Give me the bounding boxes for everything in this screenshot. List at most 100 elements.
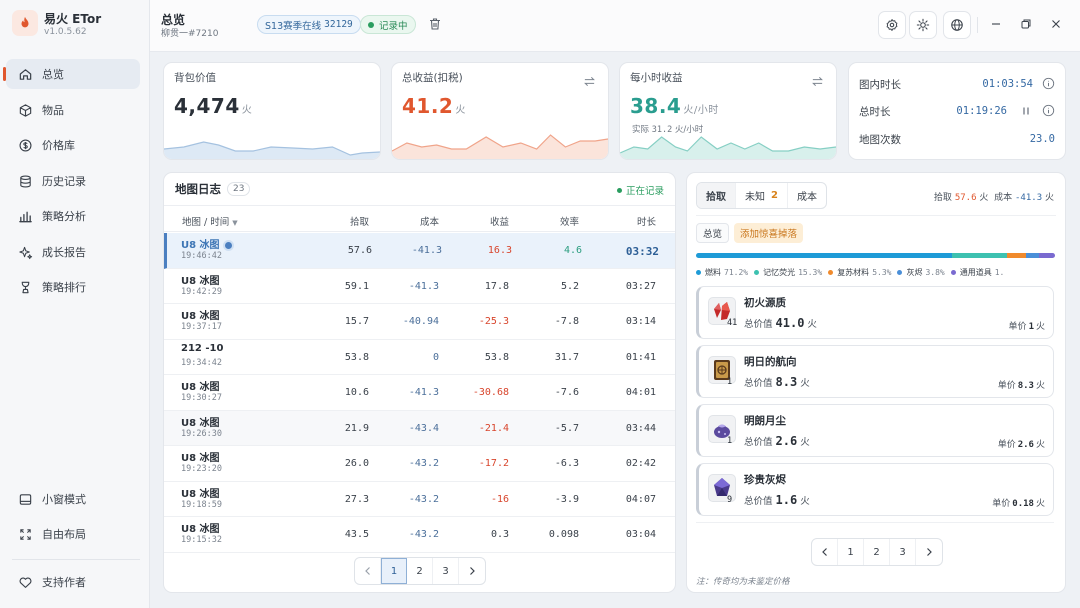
cell-duration: 04:07 [625, 493, 656, 505]
chevron-right-icon [470, 567, 475, 575]
nav-item-strategy-analysis[interactable]: 策略分析 [6, 201, 140, 231]
nav-item-growth-report[interactable]: 成长报告 [6, 237, 140, 267]
swap-icon[interactable] [583, 75, 596, 88]
sidebar-divider [12, 559, 140, 560]
drop-item-card[interactable]: 1 明朗月尘 总价值 2.6 火 单价 2.6 火 [696, 404, 1054, 457]
table-row[interactable]: U8 冰图 19:15:32 43.5 -43.2 0.3 0.098 03:04 [164, 517, 675, 553]
column-pickup[interactable]: 拾取 [350, 214, 369, 228]
language-button[interactable] [943, 11, 971, 39]
table-row[interactable]: 212 -10 19:34:42 53.8 0 53.8 31.7 01:41 [164, 340, 675, 375]
column-cost[interactable]: 成本 [420, 214, 439, 228]
column-map-time[interactable]: 地图 / 时间 ▼ [182, 214, 238, 228]
page-button-1[interactable]: 1 [381, 558, 407, 584]
nav-item-mini-window[interactable]: 小窗模式 [6, 484, 140, 514]
item-unit-price: 单价 0.18 火 [992, 499, 1045, 509]
recording-dot-icon [368, 21, 374, 28]
column-efficiency[interactable]: 效率 [560, 214, 579, 228]
drop-item-card[interactable]: 1 明日的航向 总价值 8.3 火 单价 8.3 火 [696, 345, 1054, 398]
page-button-2[interactable]: 2 [407, 558, 433, 584]
trash-icon[interactable] [427, 16, 443, 32]
table-row[interactable]: U8 冰图 19:26:30 21.9 -43.4 -21.4 -5.7 03:44 [164, 410, 675, 446]
bag-value-card: 背包价值 4,474 火 [163, 62, 381, 160]
minimize-button[interactable] [988, 16, 1004, 32]
close-button[interactable] [1048, 16, 1064, 32]
minimize-icon [992, 23, 1000, 25]
page-button-1[interactable]: 1 [838, 539, 864, 565]
nav-item-price-library[interactable]: 价格库 [6, 130, 140, 160]
map-time: 19:46:42 [181, 251, 222, 261]
category-bar-segment [1006, 253, 1026, 258]
status-dot-icon [616, 187, 622, 193]
tab-unknown[interactable]: 未知 2 [736, 183, 788, 208]
nav-item-strategy-ranking[interactable]: 策略排行 [6, 272, 140, 302]
cell-pickup: 59.1 [344, 280, 369, 292]
restore-icon [1021, 19, 1031, 29]
tab-cost[interactable]: 成本 [788, 183, 826, 208]
map-log-header: 地图日志 23 [175, 181, 251, 197]
cell-profit: -17.2 [478, 458, 509, 469]
map-time: 19:30:27 [181, 393, 222, 403]
page-button-3[interactable]: 3 [890, 539, 916, 565]
nav-label: 历史记录 [42, 175, 86, 188]
next-page-button[interactable] [916, 539, 942, 565]
nav-item-support-author[interactable]: 支持作者 [6, 567, 140, 597]
drop-item-card[interactable]: 41 初火源质 总价值 41.0 火 单价 1 火 [696, 286, 1054, 339]
settings-button[interactable] [878, 11, 906, 39]
column-profit[interactable]: 收益 [490, 214, 509, 228]
swap-icon[interactable] [811, 75, 824, 88]
table-row[interactable]: U8 冰图 19:18:59 27.3 -43.2 -16 -3.9 04:07 [164, 482, 675, 517]
item-total-value: 总价值 8.3 火 [744, 375, 810, 389]
map-name: U8 冰图 [181, 453, 220, 464]
cell-pickup: 15.7 [344, 316, 369, 327]
map-log-title: 地图日志 [175, 182, 221, 196]
legend-item: 记忆荧光 15.3% [748, 268, 822, 277]
nav-item-overview[interactable]: 总览 [3, 59, 140, 89]
info-icon[interactable] [1042, 104, 1055, 117]
table-row[interactable]: U8 冰图 19:46:42 57.6 -41.3 16.3 4.6 03:32 [164, 233, 675, 269]
table-row[interactable]: U8 冰图 19:37:17 15.7 -40.94 -25.3 -7.8 03:14 [164, 304, 675, 340]
hourly-profit-value: 38.4 火/小时 [630, 94, 719, 118]
recording-status-badge[interactable]: 记录中 [360, 15, 416, 34]
cell-efficiency: -7.6 [554, 387, 579, 398]
item-unit-price: 单价 1 火 [1008, 322, 1045, 332]
subtab-overview[interactable]: 总览 [696, 223, 730, 243]
gear-icon [886, 19, 898, 31]
season-count: 32129 [324, 19, 353, 30]
map-name: U8 冰图 [181, 524, 220, 535]
maximize-button[interactable] [1018, 16, 1034, 32]
table-row[interactable]: U8 冰图 19:23:20 26.0 -43.2 -17.2 -6.3 02:42 [164, 446, 675, 482]
info-icon[interactable] [1042, 77, 1055, 90]
next-page-button[interactable] [459, 558, 485, 584]
app-version: v1.0.5.62 [44, 27, 87, 37]
category-bar-segment [696, 253, 952, 258]
map-time: 19:34:42 [181, 357, 222, 368]
map-time: 19:37:17 [181, 322, 222, 332]
page-button-3[interactable]: 3 [433, 558, 459, 584]
cell-profit: -21.4 [478, 422, 509, 434]
sun-icon [916, 18, 930, 32]
table-header: 地图 / 时间 ▼ 拾取 成本 收益 效率 时长 [164, 205, 675, 232]
sparkle-icon [19, 246, 33, 259]
card-title: 每小时收益 [630, 72, 683, 84]
table-row[interactable]: U8 冰图 19:42:29 59.1 -41.3 17.8 5.2 03:27 [164, 269, 675, 304]
page-button-2[interactable]: 2 [864, 539, 890, 565]
prev-page-button[interactable] [812, 539, 838, 565]
cell-cost: 0 [432, 351, 439, 363]
cell-cost: -43.4 [408, 422, 439, 434]
add-surprise-drop-button[interactable]: 添加惊喜掉落 [734, 223, 804, 243]
legend-item: 灰烬 3.8% [891, 268, 945, 277]
database-icon [20, 175, 31, 188]
tab-pickup[interactable]: 拾取 [697, 183, 736, 208]
cell-duration: 02:42 [625, 458, 656, 469]
pause-icon[interactable] [1021, 106, 1031, 116]
theme-toggle-button[interactable] [909, 11, 937, 39]
table-row[interactable]: U8 冰图 19:30:27 10.6 -41.3 -30.68 -7.6 04:01 [164, 375, 675, 411]
nav-item-items[interactable]: 物品 [6, 95, 140, 125]
drop-item-card[interactable]: 9 珍贵灰烬 总价值 1.6 火 单价 0.18 火 [696, 463, 1054, 516]
item-name: 明朗月尘 [744, 415, 786, 427]
nav-item-history[interactable]: 历史记录 [6, 166, 140, 196]
nav-item-free-layout[interactable]: 自由布局 [6, 519, 140, 549]
column-duration[interactable]: 时长 [637, 214, 656, 228]
prev-page-button[interactable] [355, 558, 381, 584]
drops-tabs: 拾取 未知 2 成本 [696, 182, 827, 209]
